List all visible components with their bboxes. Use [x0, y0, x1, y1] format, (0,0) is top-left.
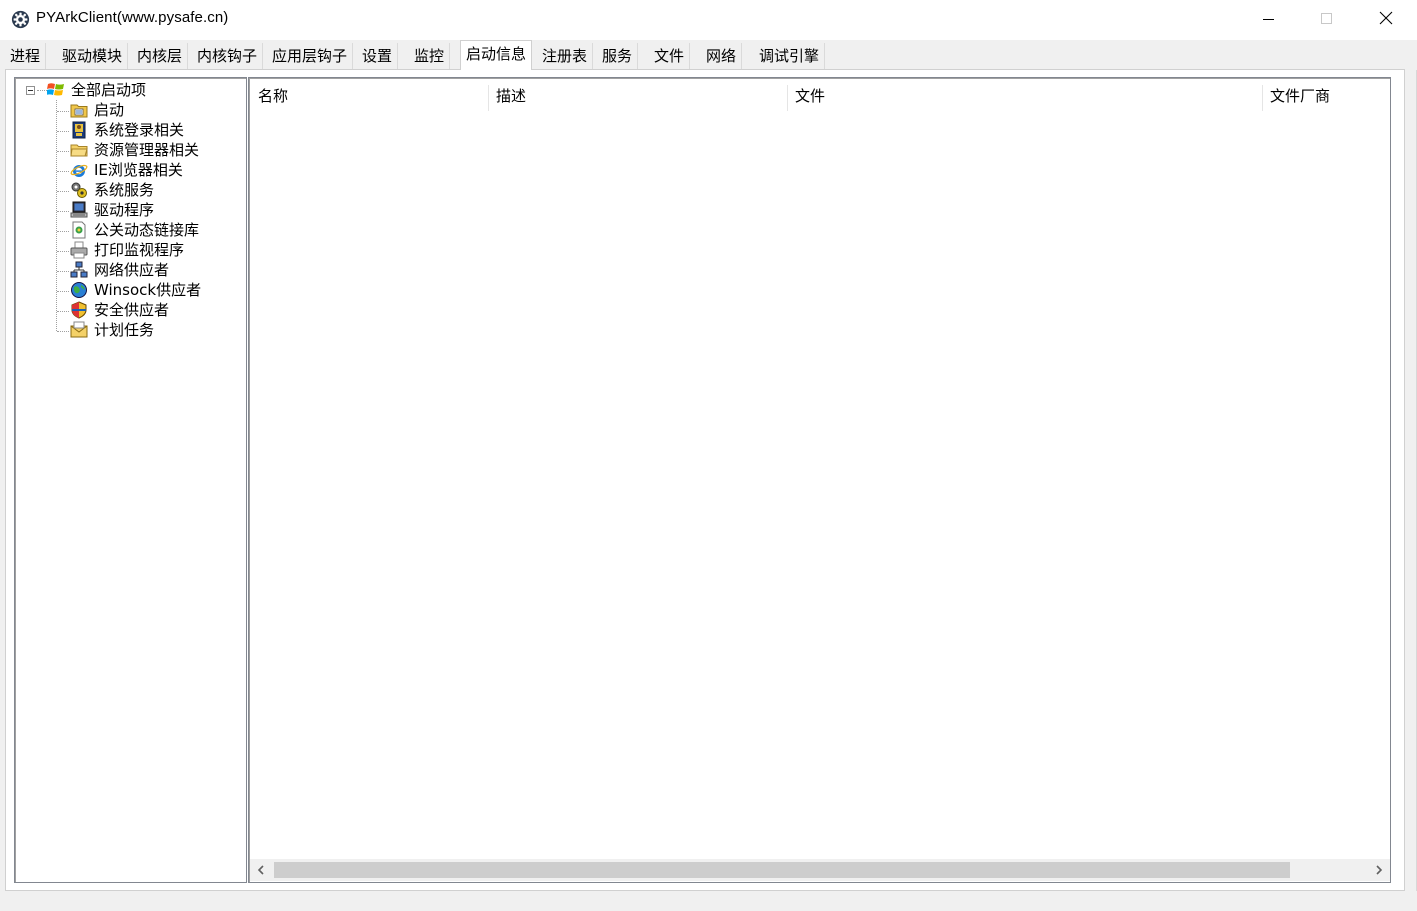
minimize-button[interactable]: [1240, 0, 1298, 40]
scroll-right-button[interactable]: [1368, 859, 1390, 881]
tab-process[interactable]: 进程: [5, 43, 47, 69]
column-header-description[interactable]: 描述: [488, 79, 787, 113]
network-icon: [70, 261, 88, 279]
tab-network[interactable]: 网络: [701, 43, 743, 69]
scheduled-task-icon: [70, 321, 88, 339]
tree-item-all-startup[interactable]: 全部启动项: [46, 80, 147, 100]
tree-item-drivers[interactable]: 驱动程序: [70, 200, 154, 220]
title-bar[interactable]: PYArkClient(www.pysafe.cn): [0, 0, 1417, 40]
tree-item-label: 网络供应者: [94, 261, 170, 279]
login-icon: [70, 121, 88, 139]
tree-item-startup[interactable]: 启动: [70, 100, 124, 120]
tab-files[interactable]: 文件: [649, 43, 691, 69]
tab-driver-modules[interactable]: 驱动模块: [57, 43, 129, 69]
tree-item-label: 公关动态链接库: [94, 221, 200, 239]
maximize-button[interactable]: [1298, 0, 1356, 40]
tree-item-dll[interactable]: 公关动态链接库: [70, 220, 199, 240]
tree-item-label: 系统服务: [94, 181, 155, 199]
column-header-file[interactable]: 文件: [787, 79, 1262, 113]
tree-item-label: 安全供应者: [94, 301, 170, 319]
shield-icon: [70, 301, 88, 319]
tree-item-label: 全部启动项: [71, 81, 147, 99]
tab-debug-engine[interactable]: 调试引擎: [754, 43, 826, 69]
tab-bar: 进程 驱动模块 内核层 内核钩子 应用层钩子 设置 监控 启动信息 注册表 服务…: [0, 40, 1417, 70]
tab-monitor[interactable]: 监控: [409, 43, 451, 69]
tree-item-print-monitors[interactable]: 打印监视程序: [70, 240, 184, 260]
gear-icon: [11, 10, 30, 29]
column-header-name[interactable]: 名称: [250, 79, 488, 113]
startup-category-tree[interactable]: 全部启动项 启动 系统登录相关 资源管理器相关 IE浏览器相关 系统服务 驱动程…: [14, 77, 247, 883]
dll-icon: [70, 221, 88, 239]
tree-item-label: 启动: [94, 101, 125, 119]
tab-settings[interactable]: 设置: [357, 43, 399, 69]
tree-item-label: 资源管理器相关: [94, 141, 200, 159]
tree-item-security-providers[interactable]: 安全供应者: [70, 300, 169, 320]
tree-item-label: 打印监视程序: [94, 241, 185, 259]
tree-item-ie-browser[interactable]: IE浏览器相关: [70, 160, 183, 180]
tree-item-label: 系统登录相关: [94, 121, 185, 139]
windows-logo-icon: [46, 81, 65, 99]
status-bar: [0, 891, 1417, 911]
explorer-folder-icon: [70, 141, 88, 159]
tree-item-explorer[interactable]: 资源管理器相关: [70, 140, 199, 160]
horizontal-scrollbar[interactable]: [250, 859, 1390, 881]
tree-item-system-services[interactable]: 系统服务: [70, 180, 154, 200]
startup-items-list[interactable]: 名称 描述 文件 文件厂商: [248, 77, 1391, 883]
tree-item-label: 计划任务: [94, 321, 155, 339]
close-icon: [1379, 11, 1393, 29]
maximize-icon: [1321, 11, 1333, 29]
tree-root-container: 全部启动项 启动 系统登录相关 资源管理器相关 IE浏览器相关 系统服务 驱动程…: [15, 78, 246, 882]
tree-item-label: 驱动程序: [94, 201, 155, 219]
tree-item-network-providers[interactable]: 网络供应者: [70, 260, 169, 280]
column-header-file-vendor[interactable]: 文件厂商: [1262, 79, 1390, 113]
app-window: PYArkClient(www.pysafe.cn) 进程 驱动模块 内核层 内…: [0, 0, 1417, 911]
scrollbar-thumb[interactable]: [274, 862, 1290, 878]
globe-icon: [70, 281, 88, 299]
chevron-left-icon: [257, 861, 265, 879]
list-body[interactable]: [250, 113, 1390, 859]
ie-browser-icon: [70, 161, 88, 179]
service-gears-icon: [70, 181, 88, 199]
tree-item-winsock-providers[interactable]: Winsock供应者: [70, 280, 201, 300]
tab-kernel-layer[interactable]: 内核层: [132, 43, 189, 69]
chevron-right-icon: [1375, 861, 1383, 879]
scroll-left-button[interactable]: [250, 859, 272, 881]
tab-kernel-hooks[interactable]: 内核钩子: [192, 43, 264, 69]
tab-startup-info[interactable]: 启动信息: [460, 40, 533, 70]
tree-item-label: Winsock供应者: [94, 281, 202, 299]
close-button[interactable]: [1357, 0, 1415, 40]
tree-item-scheduled-tasks[interactable]: 计划任务: [70, 320, 154, 340]
tab-services[interactable]: 服务: [597, 43, 639, 69]
tree-item-system-login[interactable]: 系统登录相关: [70, 120, 184, 140]
list-header: 名称 描述 文件 文件厂商: [250, 79, 1390, 113]
tab-app-hooks[interactable]: 应用层钩子: [267, 43, 354, 69]
tree-item-label: IE浏览器相关: [94, 161, 183, 179]
window-title: PYArkClient(www.pysafe.cn): [36, 9, 229, 26]
printer-icon: [70, 241, 88, 259]
folder-icon: [70, 101, 88, 119]
minimize-icon: [1263, 11, 1275, 29]
collapse-icon[interactable]: [26, 86, 35, 95]
tab-registry[interactable]: 注册表: [537, 43, 594, 69]
computer-driver-icon: [70, 201, 88, 219]
